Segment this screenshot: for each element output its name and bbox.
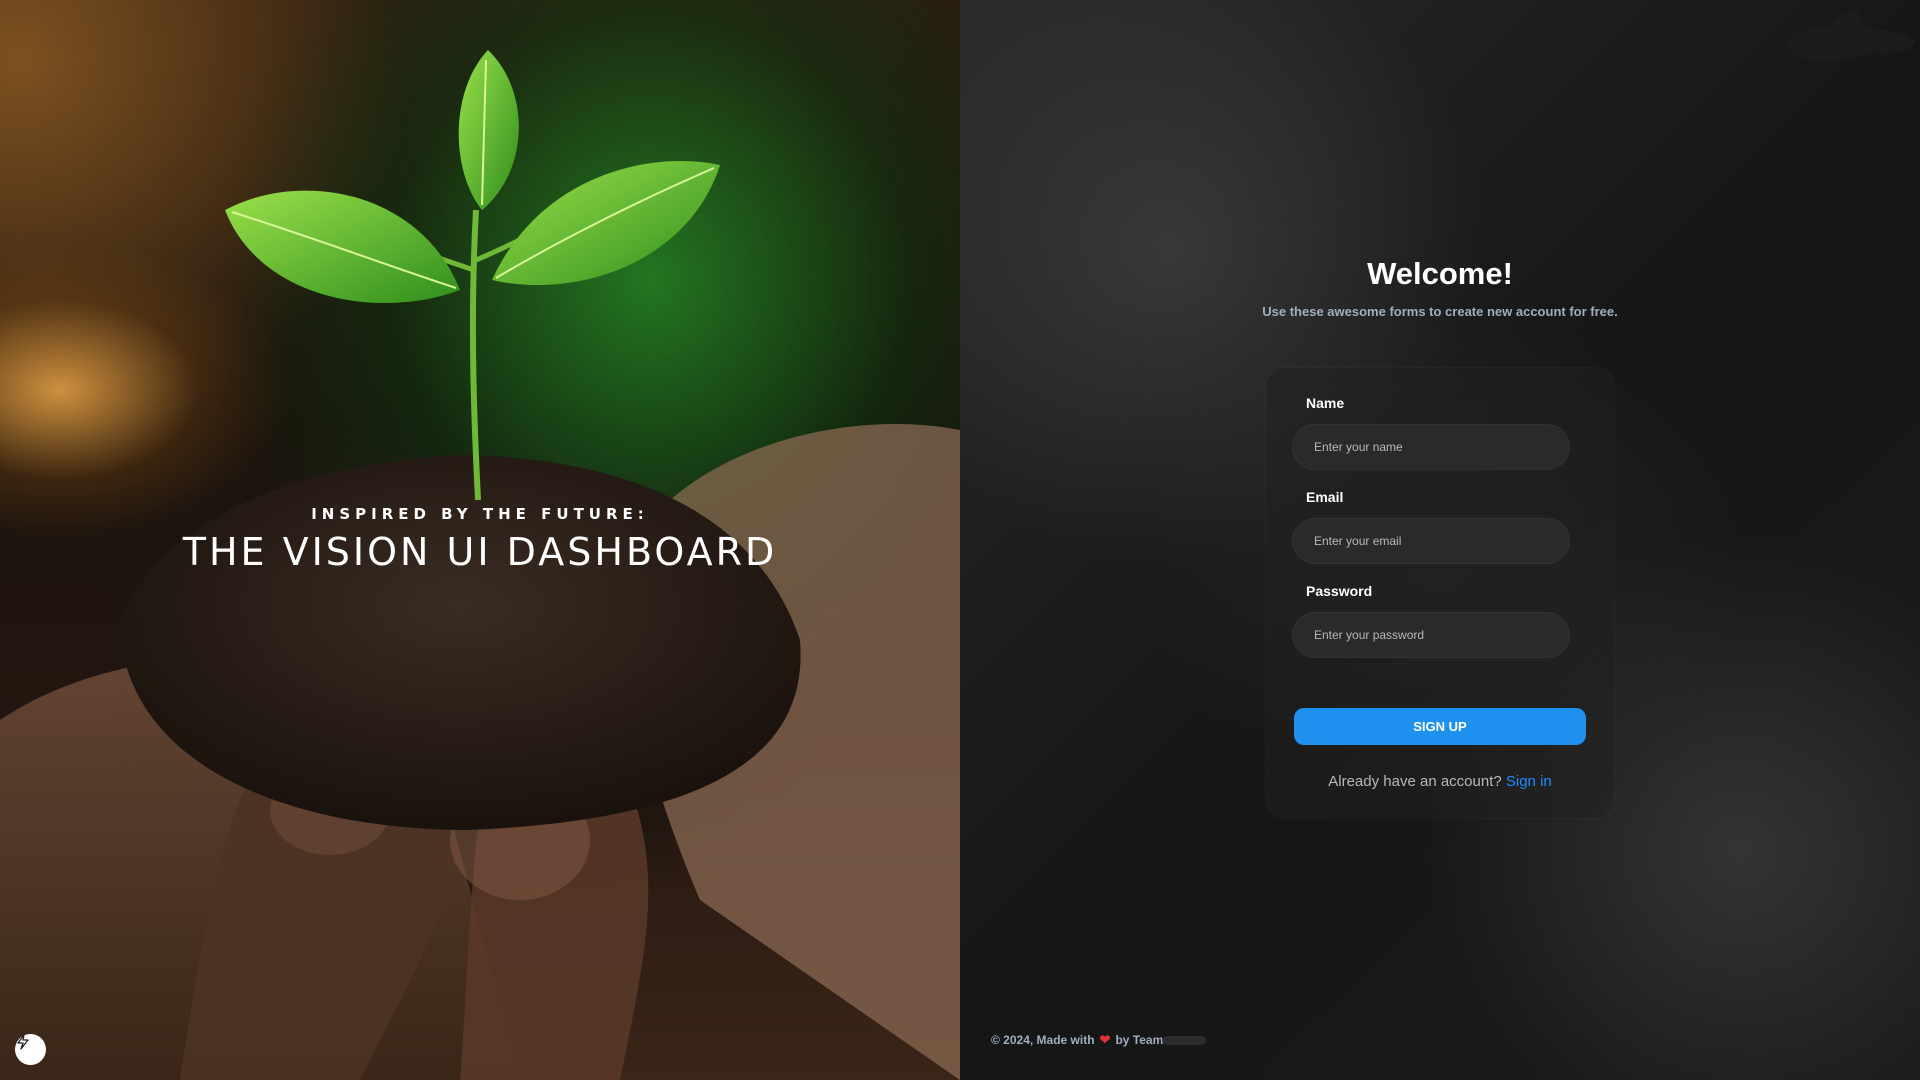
hero-title: THE VISION UI DASHBOARD — [182, 530, 778, 574]
footer-prefix: © 2024, Made with — [991, 1033, 1095, 1047]
password-input[interactable] — [1292, 612, 1570, 658]
footer: © 2024, Made with ❤ by Team — [991, 1032, 1207, 1048]
hero-eyebrow: INSPIRED BY THE FUTURE: — [311, 505, 649, 523]
password-label: Password — [1306, 583, 1373, 599]
page-subtitle: Use these awesome forms to create new ac… — [1262, 304, 1618, 319]
signup-form-card: Name Email Password SIGN UP Already have… — [1266, 368, 1614, 818]
quick-action-button[interactable] — [15, 1034, 46, 1065]
footer-suffix: by Team — [1115, 1033, 1164, 1047]
page-title: Welcome! — [1367, 256, 1513, 291]
corner-logo-blot — [1788, 9, 1916, 61]
sign-up-button[interactable]: SIGN UP — [1294, 708, 1586, 745]
email-label: Email — [1306, 489, 1344, 505]
hero-panel: INSPIRED BY THE FUTURE: THE VISION UI DA… — [0, 0, 960, 1080]
signin-prompt: Already have an account? — [1328, 773, 1502, 790]
bolt-icon — [17, 1034, 29, 1050]
name-input[interactable] — [1292, 424, 1570, 470]
signin-row: Already have an account? Sign in — [1266, 773, 1614, 790]
heart-icon: ❤ — [1099, 1032, 1111, 1047]
email-input[interactable] — [1292, 518, 1570, 564]
sign-in-link[interactable]: Sign in — [1506, 773, 1552, 790]
redacted-team-name — [1162, 1035, 1207, 1045]
name-label: Name — [1306, 395, 1345, 411]
